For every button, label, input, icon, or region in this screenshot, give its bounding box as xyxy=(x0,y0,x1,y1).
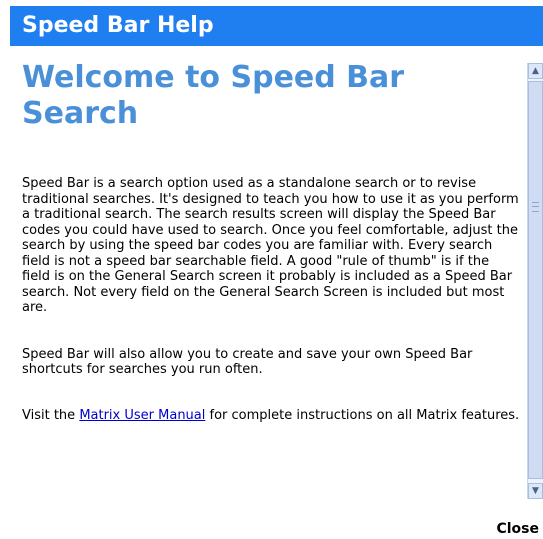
manual-prefix: Visit the xyxy=(22,407,80,423)
help-title: Speed Bar Help xyxy=(22,13,214,38)
chevron-down-icon: ▼ xyxy=(532,486,539,496)
help-header: Speed Bar Help xyxy=(10,6,543,46)
intro-paragraph: Speed Bar is a search option used as a s… xyxy=(22,176,519,315)
chevron-up-icon: ▲ xyxy=(532,66,539,76)
vertical-scrollbar[interactable]: ▲ ▼ xyxy=(527,63,543,499)
page-title: Welcome to Speed Bar Search xyxy=(22,60,405,131)
close-button[interactable]: Close xyxy=(496,521,539,537)
scroll-down-button[interactable]: ▼ xyxy=(528,483,543,499)
manual-suffix: for complete instructions on all Matrix … xyxy=(205,407,520,423)
help-content: Welcome to Speed Bar Search Speed Bar is… xyxy=(22,60,520,500)
shortcuts-paragraph: Speed Bar will also allow you to create … xyxy=(22,346,473,378)
manual-paragraph: Visit the Matrix User Manual for complet… xyxy=(22,408,520,424)
scrollbar-thumb[interactable] xyxy=(528,81,543,479)
grip-icon xyxy=(532,202,539,212)
matrix-user-manual-link[interactable]: Matrix User Manual xyxy=(79,408,205,423)
scroll-up-button[interactable]: ▲ xyxy=(528,63,543,79)
